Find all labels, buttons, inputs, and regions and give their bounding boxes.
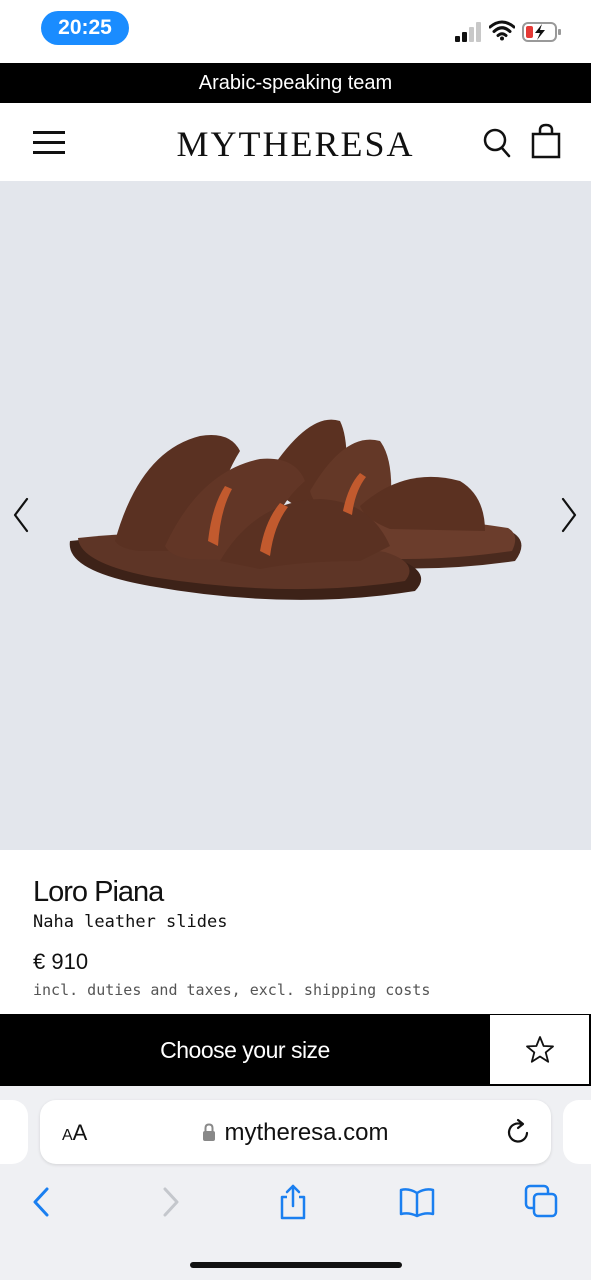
product-price: € 910	[33, 949, 89, 974]
star-icon	[525, 1035, 554, 1063]
battery-charging-icon	[522, 22, 561, 42]
wifi-icon	[489, 20, 515, 41]
product-gallery[interactable]	[0, 181, 591, 850]
choose-size-label: Choose your size	[160, 1036, 330, 1063]
previous-tab-stub[interactable]	[0, 1100, 28, 1164]
site-header: MYTHERESA	[0, 103, 591, 181]
address-bar[interactable]: AA mytheresa.com	[40, 1100, 551, 1164]
share-icon[interactable]	[275, 1184, 311, 1220]
tabs-icon[interactable]	[524, 1184, 560, 1220]
reload-icon[interactable]	[506, 1118, 532, 1146]
cta-bar: Choose your size	[0, 1014, 591, 1086]
browser-chrome: AA mytheresa.com	[0, 1086, 591, 1280]
chevron-right-icon[interactable]	[558, 495, 580, 535]
choose-size-button[interactable]: Choose your size	[0, 1014, 490, 1086]
status-time: 20:25	[41, 11, 129, 45]
home-indicator[interactable]	[190, 1262, 402, 1268]
cellular-signal-icon	[455, 22, 481, 42]
status-bar: 20:25	[0, 0, 591, 62]
shopping-bag-icon[interactable]	[531, 123, 561, 159]
product-name: Naha leather slides	[33, 912, 228, 932]
promo-text: Arabic-speaking team	[198, 71, 393, 94]
bookmarks-icon[interactable]	[399, 1184, 435, 1220]
search-icon[interactable]	[482, 125, 512, 159]
wishlist-button[interactable]	[490, 1015, 589, 1084]
back-icon[interactable]	[24, 1184, 60, 1220]
promo-banner[interactable]: Arabic-speaking team	[0, 63, 591, 103]
lock-icon	[203, 1123, 216, 1141]
url-text: mytheresa.com	[224, 1119, 389, 1146]
next-tab-stub[interactable]	[563, 1100, 591, 1164]
product-brand[interactable]: Loro Piana	[33, 876, 164, 909]
forward-icon[interactable]	[152, 1184, 188, 1220]
tax-note: incl. duties and taxes, excl. shipping c…	[33, 981, 431, 999]
chevron-left-icon[interactable]	[10, 495, 32, 535]
url-display[interactable]: mytheresa.com	[40, 1119, 551, 1147]
product-image	[69, 419, 522, 600]
